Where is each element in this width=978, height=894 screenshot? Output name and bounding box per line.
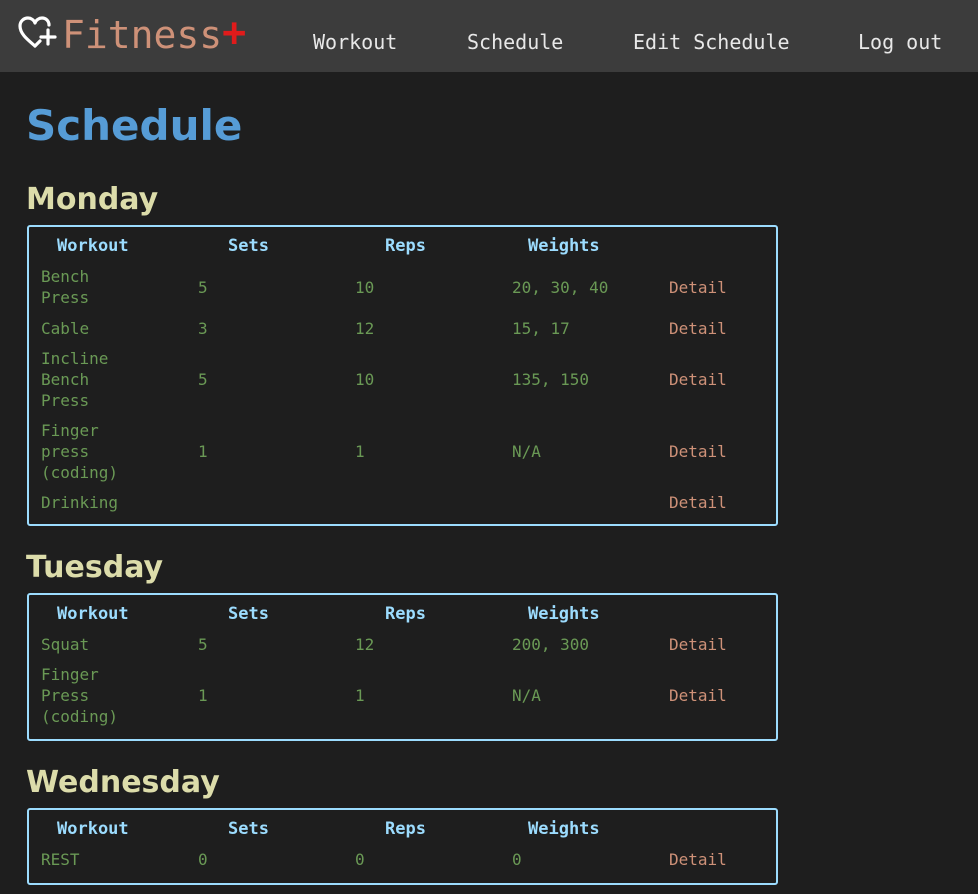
sets-value: 1 xyxy=(198,442,208,461)
brand-name: Fitness xyxy=(62,13,223,57)
reps-value: 0 xyxy=(355,850,365,869)
reps-value: 1 xyxy=(355,442,365,461)
day-title-wednesday: Wednesday xyxy=(26,765,220,800)
page-title: Schedule xyxy=(26,101,243,150)
weights-value: 15, 17 xyxy=(512,319,570,338)
nav-logout-link[interactable]: Log out xyxy=(858,28,942,56)
workout-name: Bench Press xyxy=(41,267,90,307)
day-title-tuesday: Tuesday xyxy=(26,550,164,585)
reps-value: 1 xyxy=(355,686,365,705)
workout-name: Drinking xyxy=(41,493,119,512)
weights-value: 135, 150 xyxy=(512,370,590,389)
reps-value: 10 xyxy=(355,370,375,389)
top-navbar: Fitness + Workout Schedule Edit Schedule… xyxy=(0,0,978,72)
detail-link[interactable]: Detail xyxy=(669,277,727,298)
schedule-table-monday: Workout Sets Reps Weights Bench Press 5 … xyxy=(27,225,778,526)
detail-link[interactable]: Detail xyxy=(669,492,727,513)
sets-value: 3 xyxy=(198,319,208,338)
column-header-sets: Sets xyxy=(228,819,269,839)
column-header-workout: Workout xyxy=(57,236,129,256)
column-header-sets: Sets xyxy=(228,604,269,624)
nav-edit-schedule-link[interactable]: Edit Schedule xyxy=(633,28,790,56)
weights-value: 200, 300 xyxy=(512,635,590,654)
reps-value: 10 xyxy=(355,278,375,297)
weights-value: 20, 30, 40 xyxy=(512,278,609,297)
weights-value: N/A xyxy=(512,442,541,461)
detail-link[interactable]: Detail xyxy=(669,318,727,339)
nav-workout-link[interactable]: Workout xyxy=(313,28,397,56)
column-header-weights: Weights xyxy=(528,604,600,624)
reps-value: 12 xyxy=(355,319,375,338)
weights-value: 0 xyxy=(512,850,522,869)
workout-name: Finger press (coding) xyxy=(41,421,119,482)
column-header-weights: Weights xyxy=(528,236,600,256)
column-header-workout: Workout xyxy=(57,604,129,624)
day-title-monday: Monday xyxy=(26,182,159,217)
nav-schedule-link[interactable]: Schedule xyxy=(467,28,563,56)
sets-value: 0 xyxy=(198,850,208,869)
column-header-sets: Sets xyxy=(228,236,269,256)
reps-value: 12 xyxy=(355,635,375,654)
column-header-workout: Workout xyxy=(57,819,129,839)
sets-value: 1 xyxy=(198,686,208,705)
heart-plus-icon xyxy=(18,16,57,48)
sets-value: 5 xyxy=(198,370,208,389)
column-header-reps: Reps xyxy=(385,819,426,839)
workout-name: Finger Press (coding) xyxy=(41,665,119,726)
workout-name: REST xyxy=(41,850,80,869)
workout-name: Incline Bench Press xyxy=(41,349,109,410)
schedule-table-wednesday: Workout Sets Reps Weights REST 0 0 0 Det… xyxy=(27,808,778,885)
workout-name: Squat xyxy=(41,635,90,654)
detail-link[interactable]: Detail xyxy=(669,441,727,462)
sets-value: 5 xyxy=(198,635,208,654)
column-header-reps: Reps xyxy=(385,236,426,256)
schedule-table-tuesday: Workout Sets Reps Weights Squat 5 12 200… xyxy=(27,593,778,741)
detail-link[interactable]: Detail xyxy=(669,849,727,870)
column-header-reps: Reps xyxy=(385,604,426,624)
detail-link[interactable]: Detail xyxy=(669,369,727,390)
detail-link[interactable]: Detail xyxy=(669,634,727,655)
detail-link[interactable]: Detail xyxy=(669,685,727,706)
brand-plus: + xyxy=(222,10,247,56)
weights-value: N/A xyxy=(512,686,541,705)
workout-name: Cable xyxy=(41,319,90,338)
brand-logo[interactable]: Fitness + xyxy=(18,12,246,60)
sets-value: 5 xyxy=(198,278,208,297)
column-header-weights: Weights xyxy=(528,819,600,839)
